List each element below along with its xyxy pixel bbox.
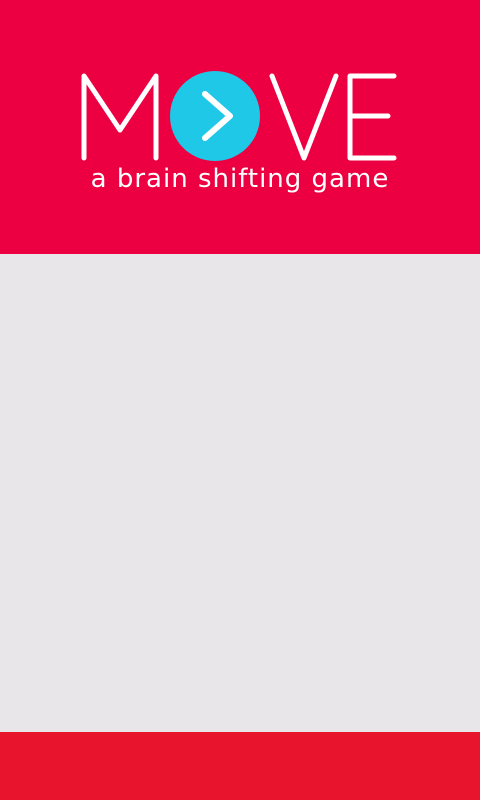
logo-letter-o (170, 71, 260, 161)
footer-bar (0, 732, 480, 800)
content-area (0, 254, 480, 732)
logo-letter-m (81, 73, 159, 161)
logo-letter-v (269, 73, 339, 161)
header-banner: a brain shifting game (0, 0, 480, 254)
app-subtitle: a brain shifting game (90, 164, 390, 194)
logo-circle (170, 71, 260, 161)
app-logo (81, 71, 397, 161)
logo-letter-e (347, 73, 397, 161)
